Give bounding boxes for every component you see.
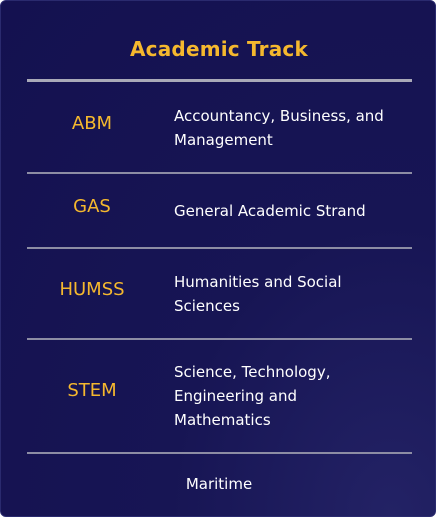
row-divider <box>27 338 412 340</box>
row-divider <box>27 172 412 174</box>
track-code-abm: ABM <box>71 113 113 134</box>
card-title: Academic Track <box>130 37 308 61</box>
track-description-gas: General Academic Strand <box>174 202 366 220</box>
row-divider <box>27 247 412 249</box>
title-divider <box>27 79 412 82</box>
track-code-humss: HUMSS <box>59 279 125 300</box>
academic-track-card: Academic Track ABM Accountancy, Business… <box>0 0 436 517</box>
track-description-stem: Science, Technology, Engineering and Mat… <box>174 363 331 429</box>
row-divider <box>27 452 412 454</box>
track-code-gas: GAS <box>73 196 111 217</box>
track-description-maritime: Maritime <box>185 475 253 493</box>
track-description-humss: Humanities and Social Sciences <box>174 273 342 315</box>
track-description-abm: Accountancy, Business, and Management <box>174 107 384 149</box>
track-code-stem: STEM <box>67 380 117 401</box>
